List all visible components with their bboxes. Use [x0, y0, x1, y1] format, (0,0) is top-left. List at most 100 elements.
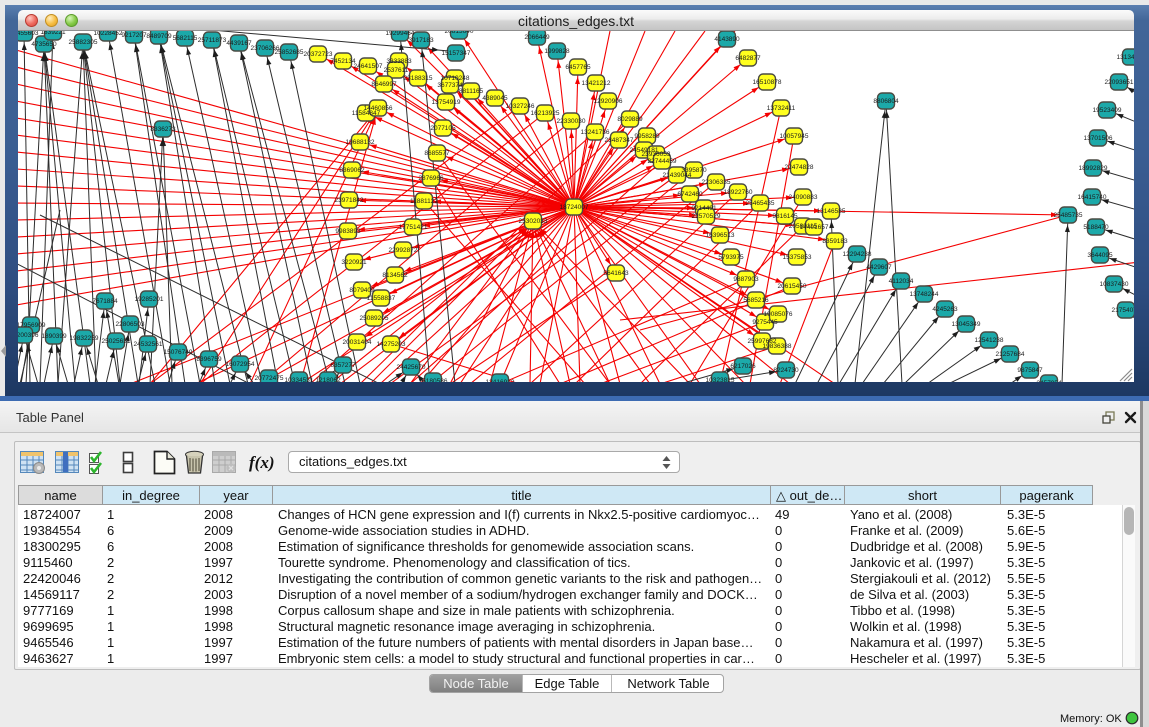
svg-text:13754919: 13754919 [432, 99, 461, 106]
svg-text:2077105: 2077105 [430, 125, 456, 132]
svg-text:18724007: 18724007 [560, 204, 589, 211]
svg-text:20813640: 20813640 [445, 31, 474, 35]
svg-text:14401657: 14401657 [800, 224, 829, 231]
svg-text:16510878: 16510878 [753, 79, 782, 86]
svg-text:5682115: 5682115 [173, 35, 198, 42]
svg-text:8359183: 8359183 [822, 238, 848, 245]
svg-text:15076749: 15076749 [164, 349, 193, 356]
svg-text:25025631: 25025631 [102, 338, 131, 345]
svg-text:12920906: 12920906 [594, 98, 623, 105]
svg-text:10327246: 10327246 [506, 103, 535, 110]
svg-text:5685216: 5685216 [743, 297, 769, 304]
svg-text:8029889: 8029889 [617, 116, 643, 123]
svg-text:21200396: 21200396 [18, 332, 39, 339]
svg-text:18992829: 18992829 [1079, 165, 1108, 172]
svg-text:10710248: 10710248 [441, 75, 470, 82]
svg-text:24090883: 24090883 [789, 194, 818, 201]
svg-text:1890399: 1890399 [41, 333, 67, 340]
svg-text:11881122: 11881122 [410, 198, 438, 205]
svg-text:12416912: 12416912 [486, 379, 515, 382]
svg-text:8396759: 8396759 [196, 356, 222, 363]
svg-text:8369062: 8369062 [339, 167, 365, 174]
svg-text:10057945: 10057945 [780, 133, 809, 140]
svg-text:9875847: 9875847 [1017, 367, 1043, 374]
svg-text:19285201: 19285201 [135, 296, 164, 303]
svg-text:8811165: 8811165 [459, 88, 484, 95]
svg-text:5188470: 5188470 [1083, 224, 1109, 231]
svg-text:25302033: 25302033 [519, 218, 548, 225]
svg-text:8646997: 8646997 [371, 81, 397, 88]
svg-text:12294238: 12294238 [843, 251, 872, 258]
svg-text:20772475: 20772475 [255, 375, 284, 382]
svg-text:9887903: 9887903 [733, 276, 759, 283]
svg-text:13146585: 13146585 [817, 208, 846, 215]
svg-text:22474828: 22474828 [785, 164, 814, 171]
svg-text:1999828: 1999828 [544, 48, 570, 55]
svg-text:13748244: 13748244 [910, 291, 939, 298]
svg-text:9983893: 9983893 [335, 228, 361, 235]
svg-text:1839221: 1839221 [40, 31, 66, 36]
svg-text:4143890: 4143890 [714, 36, 740, 43]
svg-text:10228452: 10228452 [94, 31, 123, 37]
svg-text:25852685: 25852685 [275, 49, 304, 56]
svg-text:19523409: 19523409 [1093, 107, 1122, 114]
svg-text:f(x): f(x) [249, 453, 274, 472]
svg-text:14275203: 14275203 [377, 341, 406, 348]
svg-text:17956909: 17956909 [18, 322, 46, 329]
svg-text:9816145: 9816145 [772, 213, 798, 220]
svg-text:8336273: 8336273 [150, 126, 176, 133]
svg-text:3220921: 3220921 [341, 259, 367, 266]
svg-text:13045349: 13045349 [952, 321, 981, 328]
svg-text:12541238: 12541238 [975, 337, 1004, 344]
svg-text:20615450: 20615450 [778, 283, 807, 290]
svg-text:9275445: 9275445 [752, 319, 778, 326]
svg-text:15375853: 15375853 [783, 254, 812, 261]
svg-text:18922760: 18922760 [724, 189, 753, 196]
svg-text:4389045: 4389045 [482, 95, 508, 102]
svg-text:10837430: 10837430 [1100, 281, 1129, 288]
svg-text:11558837: 11558837 [367, 295, 396, 302]
svg-text:22330030: 22330030 [557, 118, 586, 125]
svg-text:6217026: 6217026 [730, 363, 756, 370]
svg-text:4439167: 4439167 [226, 40, 252, 47]
svg-text:22744459: 22744459 [648, 158, 677, 165]
svg-text:16396513: 16396513 [706, 232, 735, 239]
svg-text:19688132: 19688132 [346, 139, 375, 146]
svg-text:7671884: 7671884 [92, 298, 118, 305]
svg-text:7452134: 7452134 [330, 58, 356, 65]
svg-text:25485735: 25485735 [1054, 212, 1083, 219]
svg-text:5641643: 5641643 [603, 270, 629, 277]
svg-text:16415740: 16415740 [1078, 194, 1107, 201]
svg-text:13241736: 13241736 [581, 129, 610, 136]
svg-text:24641507: 24641507 [354, 63, 383, 70]
svg-text:19085076: 19085076 [764, 311, 793, 318]
svg-text:13421212: 13421212 [582, 80, 611, 87]
svg-text:4245263: 4245263 [932, 306, 958, 313]
svg-text:2457954: 2457954 [1036, 380, 1062, 382]
svg-text:20372723: 20372723 [304, 51, 333, 58]
svg-text:9217207: 9217207 [121, 32, 147, 39]
svg-text:25882305: 25882305 [69, 39, 98, 46]
svg-text:8806804: 8806804 [873, 98, 899, 105]
svg-text:9214491: 9214491 [691, 205, 717, 212]
svg-text:21257684: 21257684 [996, 351, 1025, 358]
svg-text:2876966: 2876966 [418, 175, 444, 182]
svg-text:13732411: 13732411 [767, 105, 796, 112]
svg-text:15180586: 15180586 [419, 378, 448, 382]
svg-text:8134562: 8134562 [382, 272, 408, 279]
svg-text:16213925: 16213925 [531, 110, 560, 117]
svg-text:3644095: 3644095 [1087, 252, 1113, 259]
svg-text:22992872: 22992872 [389, 247, 418, 254]
svg-text:13701506: 13701506 [1084, 135, 1113, 142]
svg-text:19832259: 19832259 [70, 335, 99, 342]
svg-text:9958289: 9958289 [634, 133, 660, 140]
svg-text:24532561: 24532561 [134, 341, 163, 348]
svg-text:6742460: 6742460 [677, 191, 703, 198]
svg-text:6482877: 6482877 [735, 55, 761, 62]
svg-text:6457765: 6457765 [565, 64, 591, 71]
svg-text:8685577: 8685577 [424, 150, 450, 157]
svg-text:25465435: 25465435 [746, 200, 775, 207]
svg-text:6357277: 6357277 [330, 362, 356, 369]
svg-text:10334531: 10334531 [285, 377, 314, 382]
svg-text:17751421: 17751421 [399, 224, 428, 231]
